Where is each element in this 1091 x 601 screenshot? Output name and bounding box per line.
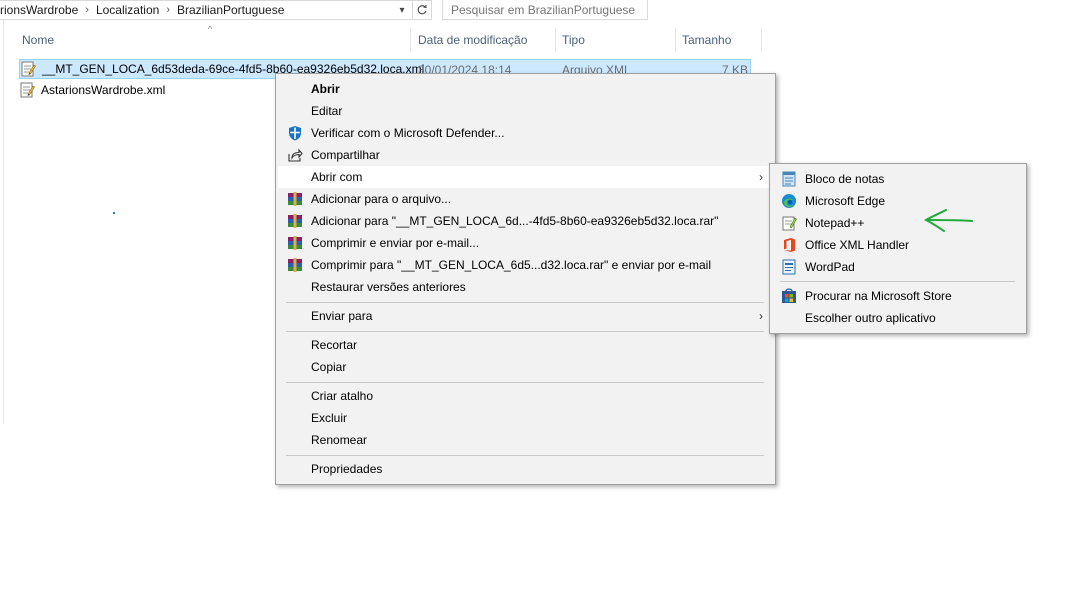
menu-separator <box>286 382 764 383</box>
menu-item-label: Abrir com <box>311 170 363 184</box>
submenu-item-label: Bloco de notas <box>805 172 885 186</box>
chevron-down-icon[interactable]: ▾ <box>394 3 410 18</box>
menu-item-edit[interactable]: Editar <box>278 100 773 122</box>
open-with-wordpad[interactable]: WordPad <box>772 256 1024 278</box>
menu-item-share[interactable]: Compartilhar <box>278 144 773 166</box>
menu-item-properties[interactable]: Propriedades <box>278 458 773 480</box>
chevron-right-icon: › <box>759 309 763 323</box>
submenu-item-label: Office XML Handler <box>805 238 910 252</box>
winrar-icon <box>287 257 303 273</box>
winrar-icon <box>287 213 303 229</box>
menu-item-label: Enviar para <box>311 309 373 323</box>
share-icon <box>287 147 303 163</box>
breadcrumb-item[interactable]: BrazilianPortuguese <box>177 3 284 17</box>
column-header-name[interactable]: Nome <box>16 28 411 52</box>
address-bar[interactable]: rionsWardrobe › Localization › Brazilian… <box>0 0 413 20</box>
open-with-edge[interactable]: Microsoft Edge <box>772 190 1024 212</box>
menu-item-label: Adicionar para "__MT_GEN_LOCA_6d...-4fd5… <box>311 214 719 228</box>
menu-item-label: Excluir <box>311 411 348 425</box>
context-menu: Abrir Editar Verificar com o Microsoft D… <box>275 73 776 485</box>
defender-icon <box>287 125 303 141</box>
refresh-button[interactable] <box>412 0 432 20</box>
column-header-type[interactable]: Tipo <box>556 28 676 52</box>
menu-item-label: Editar <box>311 104 343 118</box>
menu-item-copy[interactable]: Copiar <box>278 356 773 378</box>
menu-item-compress-rar-email[interactable]: Comprimir para "__MT_GEN_LOCA_6d5...d32.… <box>278 254 773 276</box>
stray-pixel <box>113 212 115 214</box>
submenu-item-label: Escolher outro aplicativo <box>805 311 936 325</box>
menu-item-label: Comprimir para "__MT_GEN_LOCA_6d5...d32.… <box>311 258 712 272</box>
chevron-right-icon: › <box>166 4 170 16</box>
menu-item-open[interactable]: Abrir <box>278 78 773 100</box>
file-name: AstarionsWardrobe.xml <box>41 83 166 97</box>
office-icon <box>781 237 797 253</box>
column-header-label: Data de modificação <box>418 33 528 47</box>
notepadpp-icon <box>781 215 797 231</box>
winrar-icon <box>287 191 303 207</box>
menu-item-defender-scan[interactable]: Verificar com o Microsoft Defender... <box>278 122 773 144</box>
menu-item-label: Verificar com o Microsoft Defender... <box>311 126 505 140</box>
open-with-office-xml-handler[interactable]: Office XML Handler <box>772 234 1024 256</box>
menu-item-label: Comprimir e enviar por e-mail... <box>311 236 480 250</box>
column-header-size[interactable]: Tamanho <box>676 28 762 52</box>
open-with-microsoft-store[interactable]: Procurar na Microsoft Store <box>772 285 1024 307</box>
submenu-item-label: Microsoft Edge <box>805 194 886 208</box>
open-with-submenu: Bloco de notas Microsoft Edge Notepad++ … <box>769 163 1027 334</box>
store-icon <box>781 288 797 304</box>
menu-item-restore-versions[interactable]: Restaurar versões anteriores <box>278 276 773 298</box>
submenu-item-label: WordPad <box>805 260 855 274</box>
xml-file-icon <box>19 82 35 98</box>
menu-item-compress-email[interactable]: Comprimir e enviar por e-mail... <box>278 232 773 254</box>
annotation-arrow-icon <box>923 209 973 232</box>
menu-item-rename[interactable]: Renomear <box>278 429 773 451</box>
menu-item-add-to-rar[interactable]: Adicionar para "__MT_GEN_LOCA_6d...-4fd5… <box>278 210 773 232</box>
submenu-item-label: Notepad++ <box>805 216 865 230</box>
file-row[interactable]: AstarionsWardrobe.xml <box>19 80 269 100</box>
winrar-icon <box>287 235 303 251</box>
open-with-choose-another-app[interactable]: Escolher outro aplicativo <box>772 307 1024 329</box>
menu-item-label: Renomear <box>311 433 368 447</box>
menu-item-create-shortcut[interactable]: Criar atalho <box>278 385 773 407</box>
menu-separator <box>286 455 764 456</box>
edge-icon <box>781 193 797 209</box>
refresh-icon <box>417 4 427 15</box>
column-header-label: Tamanho <box>682 33 732 47</box>
chevron-right-icon: › <box>759 170 763 184</box>
xml-file-icon <box>20 61 36 77</box>
open-with-notepadpp[interactable]: Notepad++ <box>772 212 1024 234</box>
menu-item-send-to[interactable]: Enviar para › <box>278 305 773 327</box>
menu-separator <box>780 281 1015 282</box>
search-input[interactable]: Pesquisar em BrazilianPortuguese <box>442 0 648 20</box>
menu-item-label: Propriedades <box>311 462 383 476</box>
menu-item-label: Copiar <box>311 360 347 374</box>
menu-item-label: Adicionar para o arquivo... <box>311 192 452 206</box>
open-with-notepad[interactable]: Bloco de notas <box>772 168 1024 190</box>
menu-item-add-to-archive[interactable]: Adicionar para o arquivo... <box>278 188 773 210</box>
column-header-label: Tipo <box>562 33 585 47</box>
submenu-item-label: Procurar na Microsoft Store <box>805 289 952 303</box>
menu-item-label: Abrir <box>311 82 340 96</box>
menu-separator <box>286 331 764 332</box>
menu-item-label: Compartilhar <box>311 148 380 162</box>
wordpad-icon <box>781 259 797 275</box>
navigation-pane-edge <box>0 20 4 424</box>
menu-item-label: Recortar <box>311 338 358 352</box>
menu-item-open-with[interactable]: Abrir com › <box>278 166 773 188</box>
menu-separator <box>286 302 764 303</box>
menu-item-label: Criar atalho <box>311 389 374 403</box>
column-header-label: Nome <box>22 33 55 47</box>
chevron-right-icon: › <box>85 4 89 16</box>
breadcrumb-item[interactable]: Localization <box>96 3 159 17</box>
menu-item-cut[interactable]: Recortar <box>278 334 773 356</box>
menu-item-delete[interactable]: Excluir <box>278 407 773 429</box>
notepad-icon <box>781 171 797 187</box>
breadcrumb-item[interactable]: rionsWardrobe <box>0 3 78 17</box>
column-header-modified[interactable]: Data de modificação <box>412 28 556 52</box>
menu-item-label: Restaurar versões anteriores <box>311 280 466 294</box>
